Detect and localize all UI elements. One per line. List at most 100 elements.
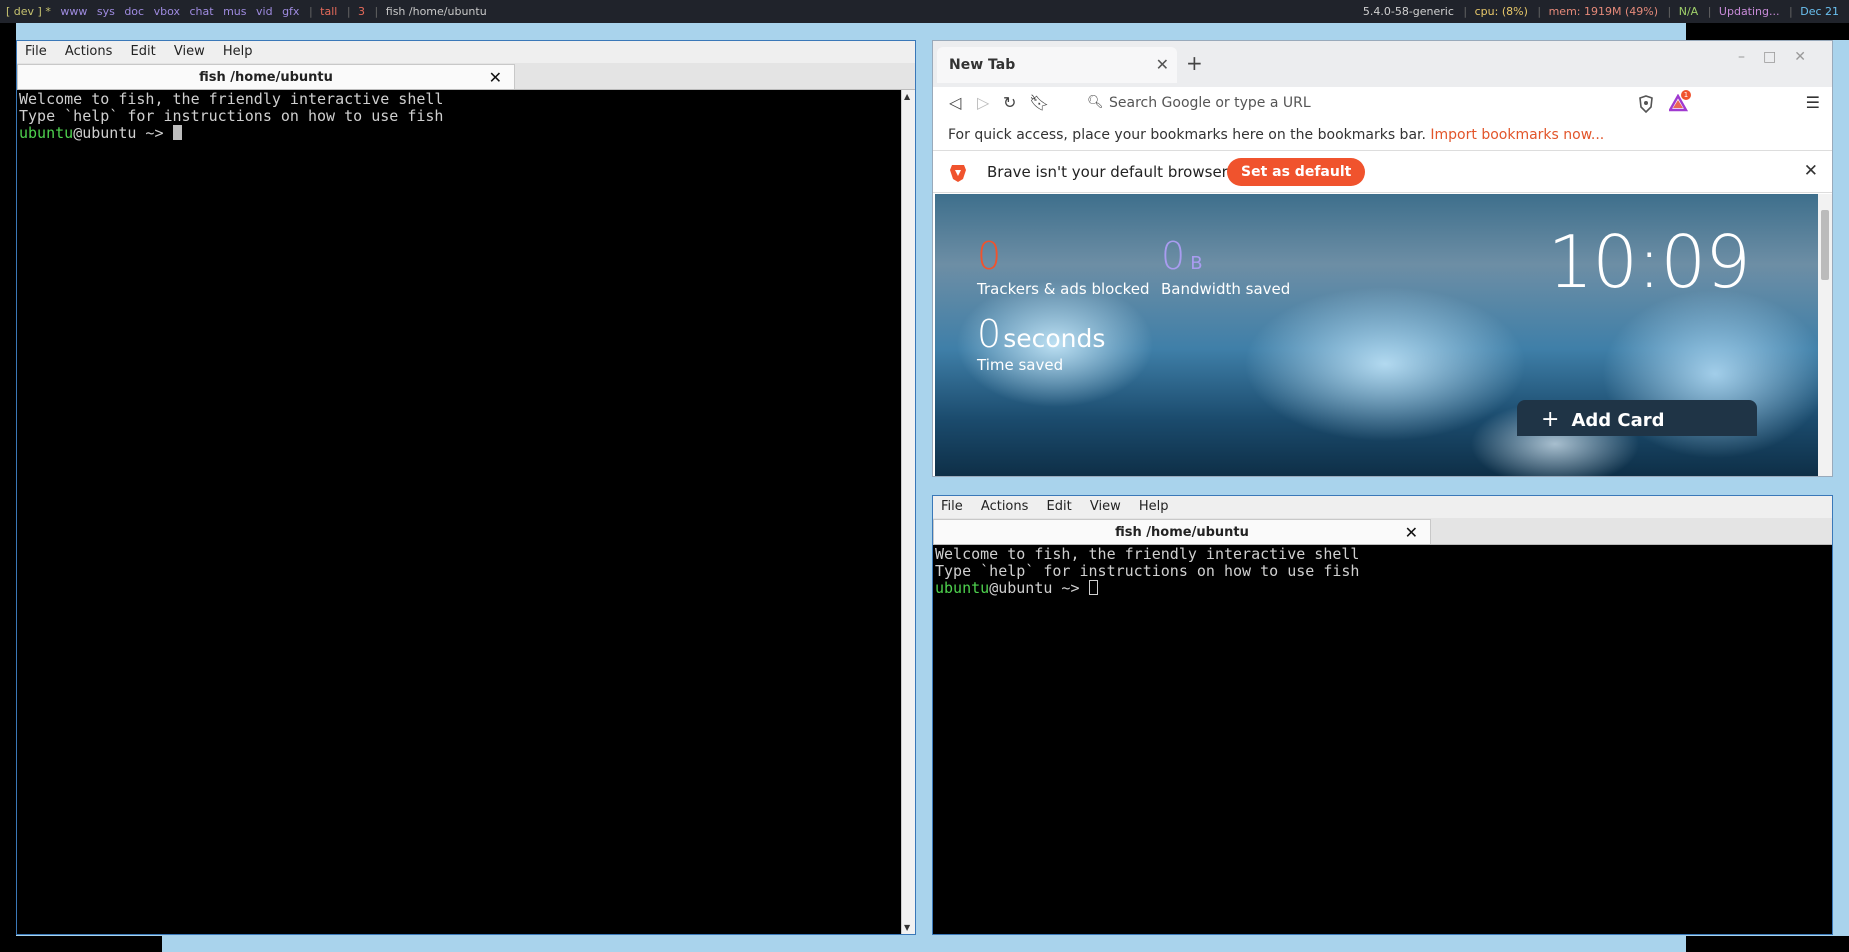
plus-icon: +	[1541, 407, 1560, 432]
close-icon[interactable]: ✕	[489, 65, 502, 90]
terminal-tab[interactable]: fish /home/ubuntu ✕	[17, 64, 515, 89]
browser-tab-title: New Tab	[949, 57, 1016, 73]
system-widgets: 5.4.0-58-generic | cpu: (8%) | mem: 1919…	[1363, 0, 1845, 23]
import-bookmarks-link[interactable]: Import bookmarks now...	[1430, 127, 1604, 143]
add-card-label: Add Card	[1571, 410, 1665, 431]
output-line: Type `help` for instructions on how to u…	[935, 562, 1360, 580]
output-line: Welcome to fish, the friendly interactiv…	[19, 90, 444, 108]
window-controls: –□✕	[1738, 49, 1824, 65]
time-label: Time saved	[977, 356, 1064, 374]
close-icon[interactable]: ✕	[1156, 55, 1169, 74]
close-window-icon[interactable]: ✕	[1794, 49, 1824, 65]
browser-tabstrip: New Tab ✕ + –□✕	[933, 41, 1832, 87]
set-as-default-button[interactable]: Set as default	[1227, 158, 1366, 186]
battery-status: N/A	[1678, 5, 1699, 18]
add-card-button[interactable]: + Add Card	[1517, 400, 1757, 436]
scrollbar-thumb[interactable]	[1821, 210, 1829, 280]
browser-tab-new-tab[interactable]: New Tab ✕	[937, 47, 1177, 83]
time-value: 0	[977, 312, 1002, 356]
menu-actions[interactable]: Actions	[974, 496, 1036, 518]
new-tab-page: 0 Trackers & ads blocked 0 B Bandwidth s…	[935, 194, 1820, 476]
terminal-tabstrip: fish /home/ubuntu ✕	[17, 63, 915, 90]
brave-lion-icon	[950, 165, 966, 182]
bandwidth-label: Bandwidth saved	[1161, 280, 1291, 298]
window-count: 3	[358, 5, 366, 18]
maximize-icon[interactable]: □	[1763, 49, 1794, 65]
back-icon[interactable]: ◁	[949, 93, 961, 112]
bandwidth-value: 0	[1161, 234, 1186, 278]
trackers-label: Trackers & ads blocked	[977, 280, 1150, 298]
terminal-tab-title: fish /home/ubuntu	[1115, 525, 1249, 540]
menu-edit[interactable]: Edit	[1040, 496, 1079, 518]
workspace-vid[interactable]: vid	[256, 0, 273, 23]
new-tab-button[interactable]: +	[1186, 51, 1203, 75]
address-bar[interactable]: 🔍︎ Search Google or type a URL	[1079, 91, 1627, 115]
separator: |	[374, 5, 379, 18]
terminal-output[interactable]: Welcome to fish, the friendly interactiv…	[933, 545, 1818, 934]
menu-actions[interactable]: Actions	[58, 41, 120, 63]
desktop-background-left	[0, 23, 16, 952]
workspace-sys[interactable]: sys	[97, 0, 115, 23]
reload-icon[interactable]: ↻	[1003, 93, 1016, 112]
terminal-tabstrip: fish /home/ubuntu ✕	[933, 518, 1832, 545]
search-icon: 🔍︎	[1087, 95, 1104, 110]
terminal-scrollbar[interactable]: ▲ ▼	[901, 90, 915, 934]
terminal-scrollbar[interactable]	[1818, 545, 1832, 934]
scroll-down-icon[interactable]: ▼	[904, 923, 910, 932]
output-line: Type `help` for instructions on how to u…	[19, 107, 444, 125]
separator: |	[1537, 5, 1542, 18]
workspace-list: [ dev ] * www sys doc vbox chat mus vid …	[6, 0, 493, 23]
workspace-doc[interactable]: doc	[124, 0, 144, 23]
layout-indicator[interactable]: tall	[320, 0, 337, 23]
workspace-gfx[interactable]: gfx	[282, 0, 299, 23]
separator: |	[1463, 5, 1468, 18]
close-icon[interactable]: ✕	[1405, 520, 1418, 545]
workspace-chat[interactable]: chat	[190, 0, 214, 23]
bookmarks-hint: For quick access, place your bookmarks h…	[948, 127, 1426, 143]
desktop-background-right	[1686, 23, 1849, 40]
menu-view[interactable]: View	[167, 41, 212, 63]
workspace-mus[interactable]: mus	[223, 0, 246, 23]
scroll-up-icon[interactable]: ▲	[904, 92, 910, 101]
terminal-window-right[interactable]: File Actions Edit View Help fish /home/u…	[932, 495, 1833, 935]
browser-scrollbar[interactable]	[1818, 194, 1832, 476]
browser-window[interactable]: New Tab ✕ + –□✕ ◁ ▷ ↻ 🔖︎ 🔍︎ Search Googl…	[932, 40, 1833, 477]
separator: |	[346, 5, 351, 18]
text-cursor	[172, 125, 182, 140]
updates-status: Updating...	[1718, 5, 1780, 18]
menu-icon[interactable]: ☰	[1806, 93, 1820, 112]
menu-help[interactable]: Help	[1132, 496, 1176, 518]
workspace-vbox[interactable]: vbox	[154, 0, 180, 23]
workspace-www[interactable]: www	[60, 0, 87, 23]
desktop-background-bottom-left	[0, 936, 162, 952]
trackers-stat: 0 Trackers & ads blocked	[977, 236, 1149, 298]
workspace-dev[interactable]: [ dev ] *	[6, 0, 51, 23]
terminal-menubar: File Actions Edit View Help	[17, 41, 915, 63]
bookmark-icon[interactable]: 🔖︎	[1029, 93, 1049, 112]
menu-view[interactable]: View	[1083, 496, 1128, 518]
brave-rewards-icon[interactable]: 1	[1667, 90, 1691, 116]
default-browser-infobar: Brave isn't your default browser Set as …	[933, 151, 1832, 193]
forward-icon[interactable]: ▷	[977, 93, 989, 112]
terminal-tab-title: fish /home/ubuntu	[199, 70, 333, 85]
separator: |	[308, 5, 313, 18]
menu-edit[interactable]: Edit	[124, 41, 163, 63]
terminal-menubar: File Actions Edit View Help	[933, 496, 1832, 518]
address-placeholder: Search Google or type a URL	[1109, 95, 1311, 111]
terminal-tab[interactable]: fish /home/ubuntu ✕	[933, 519, 1431, 544]
brave-shields-icon[interactable]	[1638, 95, 1654, 113]
bandwidth-unit: B	[1190, 253, 1203, 274]
prompt-host: @ubuntu ~>	[73, 124, 173, 142]
menu-file[interactable]: File	[933, 496, 970, 518]
output-line: Welcome to fish, the friendly interactiv…	[935, 545, 1360, 563]
menu-help[interactable]: Help	[216, 41, 260, 63]
terminal-output[interactable]: Welcome to fish, the friendly interactiv…	[17, 90, 901, 934]
terminal-window-left[interactable]: File Actions Edit View Help fish /home/u…	[16, 40, 916, 935]
close-icon[interactable]: ✕	[1804, 161, 1818, 181]
minimize-icon[interactable]: –	[1738, 49, 1763, 65]
menu-file[interactable]: File	[17, 41, 54, 63]
trackers-value: 0	[977, 234, 1002, 278]
time-unit: seconds	[1003, 324, 1106, 353]
bookmarks-bar: For quick access, place your bookmarks h…	[933, 119, 1832, 151]
top-status-bar: [ dev ] * www sys doc vbox chat mus vid …	[0, 0, 1849, 23]
